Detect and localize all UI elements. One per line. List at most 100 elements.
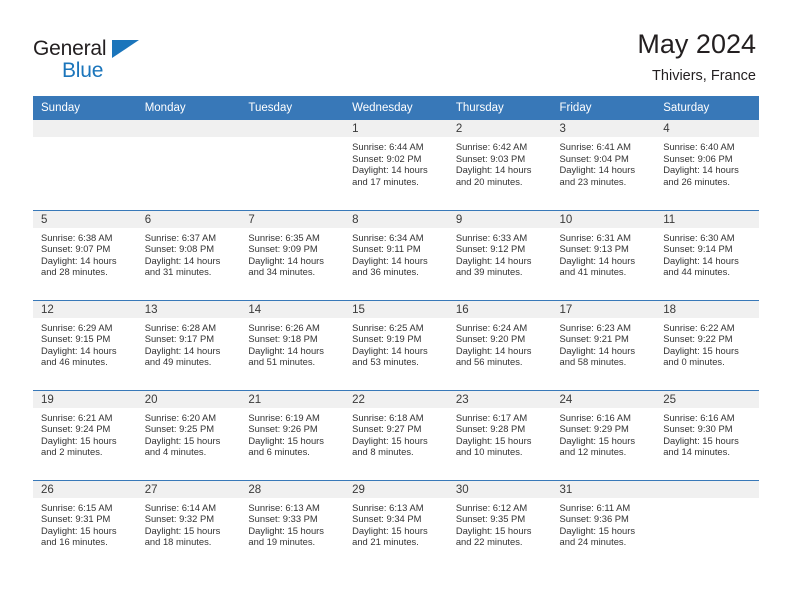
sunset-text: Sunset: 9:22 PM bbox=[663, 333, 733, 345]
calendar-day-cell[interactable]: 30 Sunrise: 6:12 AM Sunset: 9:35 PM Dayligh… bbox=[447, 479, 552, 570]
calendar-day-cell[interactable]: 4 Sunrise: 6:40 AM Sunset: 9:06 PM Daylight… bbox=[655, 120, 759, 210]
calendar-day-cell[interactable]: 8 Sunrise: 6:34 AM Sunset: 9:11 PM Daylight… bbox=[344, 209, 448, 300]
calendar-day-cell[interactable]: 20 Sunrise: 6:20 AM Sunset: 9:25 PM Dayligh… bbox=[136, 389, 241, 480]
sunrise-text: Sunrise: 6:23 AM bbox=[559, 321, 631, 333]
calendar-day-cell[interactable]: 10 Sunrise: 6:31 AM Sunset: 9:13 PM Dayligh… bbox=[551, 209, 656, 300]
calendar-day-cell[interactable]: 18 Sunrise: 6:22 AM Sunset: 9:22 PM Dayligh… bbox=[655, 299, 759, 390]
day-number: 3 bbox=[551, 120, 656, 137]
day-sun-info: Sunrise: 6:28 AM Sunset: 9:17 PM Daylight:… bbox=[137, 318, 241, 368]
sunrise-text: Sunrise: 6:14 AM bbox=[144, 501, 217, 513]
day-sun-info: Sunrise: 6:17 AM Sunset: 9:28 PM Daylight:… bbox=[448, 408, 552, 458]
sunrise-text: Sunrise: 6:21 AM bbox=[41, 411, 113, 423]
calendar-day-cell[interactable]: 5 Sunrise: 6:38 AM Sunset: 9:07 PM Daylight… bbox=[33, 209, 137, 300]
day-number: 13 bbox=[136, 300, 241, 318]
calendar-day-cell[interactable]: 24 Sunrise: 6:16 AM Sunset: 9:29 PM Dayligh… bbox=[551, 389, 656, 480]
calendar-day-cell[interactable]: 29 Sunrise: 6:13 AM Sunset: 9:34 PM Dayligh… bbox=[344, 479, 448, 570]
calendar-day-cell[interactable]: 3 Sunrise: 6:41 AM Sunset: 9:04 PM Daylight… bbox=[551, 120, 656, 210]
calendar-day-cell[interactable]: 23 Sunrise: 6:17 AM Sunset: 9:28 PM Dayligh… bbox=[447, 389, 552, 480]
sunrise-text: Sunrise: 6:20 AM bbox=[144, 411, 217, 423]
calendar-page: General Blue May 2024 Thiviers, France S… bbox=[0, 0, 792, 612]
calendar-day-cell[interactable]: 13 Sunrise: 6:28 AM Sunset: 9:17 PM Dayligh… bbox=[136, 299, 241, 390]
sunset-text: Sunset: 9:11 PM bbox=[352, 243, 421, 255]
calendar-day-cell[interactable]: 21 Sunrise: 6:19 AM Sunset: 9:26 PM Dayligh… bbox=[240, 389, 345, 480]
day-sun-info: Sunrise: 6:42 AM Sunset: 9:03 PM Daylight:… bbox=[448, 137, 552, 187]
weekday-header-friday: Friday bbox=[551, 96, 656, 120]
daylight-text: Daylight: 14 hours and 53 minutes. bbox=[352, 344, 428, 368]
daylight-text: Daylight: 15 hours and 24 minutes. bbox=[559, 524, 636, 548]
day-sun-info: Sunrise: 6:23 AM Sunset: 9:21 PM Daylight:… bbox=[552, 318, 656, 368]
sunset-text: Sunset: 9:28 PM bbox=[455, 423, 526, 435]
day-number: 17 bbox=[551, 300, 656, 318]
calendar-day-cell[interactable]: 17 Sunrise: 6:23 AM Sunset: 9:21 PM Dayligh… bbox=[551, 299, 656, 390]
sunset-text: Sunset: 9:09 PM bbox=[248, 243, 318, 255]
sunrise-text: Sunrise: 6:12 AM bbox=[455, 501, 528, 513]
calendar-day-cell[interactable]: 2 Sunrise: 6:42 AM Sunset: 9:03 PM Daylight… bbox=[447, 120, 552, 210]
day-sun-info: Sunrise: 6:12 AM Sunset: 9:35 PM Daylight:… bbox=[448, 498, 552, 548]
day-sun-info: Sunrise: 6:19 AM Sunset: 9:26 PM Daylight:… bbox=[240, 408, 344, 458]
day-number: 18 bbox=[655, 300, 759, 318]
calendar-day-cell[interactable]: 27 Sunrise: 6:14 AM Sunset: 9:32 PM Dayligh… bbox=[136, 479, 241, 570]
day-sun-info: Sunrise: 6:24 AM Sunset: 9:20 PM Daylight:… bbox=[448, 318, 552, 368]
sunrise-text: Sunrise: 6:17 AM bbox=[455, 411, 528, 423]
brand-logo: General Blue bbox=[33, 26, 165, 81]
calendar-day-cell[interactable]: 12 Sunrise: 6:29 AM Sunset: 9:15 PM Dayligh… bbox=[33, 299, 137, 390]
sunrise-text: Sunrise: 6:40 AM bbox=[663, 141, 735, 152]
day-sun-info: Sunrise: 6:22 AM Sunset: 9:22 PM Daylight:… bbox=[655, 318, 759, 368]
daylight-text: Daylight: 14 hours and 46 minutes. bbox=[41, 344, 117, 368]
day-sun-info: Sunrise: 6:15 AM Sunset: 9:31 PM Daylight:… bbox=[33, 498, 137, 548]
sunrise-text: Sunrise: 6:37 AM bbox=[144, 231, 217, 243]
day-number: 7 bbox=[240, 210, 345, 228]
calendar-day-cell[interactable]: 1 Sunrise: 6:44 AM Sunset: 9:02 PM Daylight… bbox=[344, 120, 448, 210]
calendar-day-cell[interactable]: 7 Sunrise: 6:35 AM Sunset: 9:09 PM Daylight… bbox=[240, 209, 345, 300]
day-number: 29 bbox=[344, 480, 448, 498]
sunset-text: Sunset: 9:33 PM bbox=[248, 513, 318, 525]
calendar-table: Sunday Monday Tuesday Wednesday Thursday… bbox=[33, 96, 759, 570]
sunset-text: Sunset: 9:21 PM bbox=[559, 333, 629, 345]
sunrise-text: Sunrise: 6:22 AM bbox=[663, 321, 735, 333]
sunset-text: Sunset: 9:30 PM bbox=[663, 423, 733, 435]
calendar-day-cell[interactable]: 22 Sunrise: 6:18 AM Sunset: 9:27 PM Dayligh… bbox=[344, 389, 448, 480]
daylight-text: Daylight: 15 hours and 4 minutes. bbox=[144, 434, 221, 458]
calendar-week-row: 12 Sunrise: 6:29 AM Sunset: 9:15 PM Dayligh… bbox=[33, 299, 759, 390]
daylight-text: Daylight: 14 hours and 23 minutes. bbox=[559, 164, 636, 187]
sunset-text: Sunset: 9:08 PM bbox=[144, 243, 215, 255]
sunset-text: Sunset: 9:04 PM bbox=[559, 152, 629, 164]
calendar-day-cell[interactable]: 19 Sunrise: 6:21 AM Sunset: 9:24 PM Dayligh… bbox=[33, 389, 137, 480]
sunrise-text: Sunrise: 6:33 AM bbox=[455, 231, 528, 243]
day-number bbox=[33, 120, 137, 137]
calendar-day-cell[interactable]: 6 Sunrise: 6:37 AM Sunset: 9:08 PM Daylight… bbox=[136, 209, 241, 300]
calendar-day-cell[interactable]: 26 Sunrise: 6:15 AM Sunset: 9:31 PM Dayligh… bbox=[33, 479, 137, 570]
day-number: 12 bbox=[33, 300, 137, 318]
daylight-text: Daylight: 14 hours and 17 minutes. bbox=[352, 164, 428, 187]
sunrise-text: Sunrise: 6:35 AM bbox=[248, 231, 320, 243]
sunrise-text: Sunrise: 6:24 AM bbox=[455, 321, 528, 333]
daylight-text: Daylight: 14 hours and 36 minutes. bbox=[352, 254, 428, 278]
calendar-day-cell[interactable]: 11 Sunrise: 6:30 AM Sunset: 9:14 PM Dayligh… bbox=[655, 209, 759, 300]
sunrise-text: Sunrise: 6:31 AM bbox=[559, 231, 631, 243]
day-number: 25 bbox=[655, 390, 759, 408]
day-number: 8 bbox=[344, 210, 448, 228]
location-subtitle: Thiviers, France bbox=[652, 68, 756, 84]
weekday-header-row: Sunday Monday Tuesday Wednesday Thursday… bbox=[33, 96, 759, 120]
calendar-day-cell[interactable]: 9 Sunrise: 6:33 AM Sunset: 9:12 PM Daylight… bbox=[447, 209, 552, 300]
sunrise-text: Sunrise: 6:26 AM bbox=[248, 321, 320, 333]
calendar-day-cell[interactable]: 25 Sunrise: 6:16 AM Sunset: 9:30 PM Dayligh… bbox=[655, 389, 759, 480]
day-sun-info: Sunrise: 6:16 AM Sunset: 9:30 PM Daylight:… bbox=[655, 408, 759, 458]
page-title: May 2024 bbox=[637, 29, 756, 59]
weekday-header-wednesday: Wednesday bbox=[344, 96, 448, 120]
sunrise-text: Sunrise: 6:30 AM bbox=[663, 231, 735, 243]
day-sun-info: Sunrise: 6:26 AM Sunset: 9:18 PM Daylight:… bbox=[240, 318, 344, 368]
calendar-day-cell[interactable]: 15 Sunrise: 6:25 AM Sunset: 9:19 PM Dayligh… bbox=[344, 299, 448, 390]
day-sun-info: Sunrise: 6:25 AM Sunset: 9:19 PM Daylight:… bbox=[344, 318, 448, 368]
day-sun-info: Sunrise: 6:41 AM Sunset: 9:04 PM Daylight:… bbox=[552, 137, 656, 187]
page-header: General Blue May 2024 Thiviers, France bbox=[0, 0, 792, 96]
day-sun-info: Sunrise: 6:29 AM Sunset: 9:15 PM Daylight:… bbox=[33, 318, 137, 368]
day-number: 2 bbox=[447, 120, 552, 137]
daylight-text: Daylight: 14 hours and 39 minutes. bbox=[455, 254, 532, 278]
calendar-day-cell[interactable]: 31 Sunrise: 6:11 AM Sunset: 9:36 PM Dayligh… bbox=[551, 479, 656, 570]
calendar-day-cell[interactable]: 16 Sunrise: 6:24 AM Sunset: 9:20 PM Dayligh… bbox=[447, 299, 552, 390]
sunset-text: Sunset: 9:24 PM bbox=[41, 423, 111, 435]
daylight-text: Daylight: 15 hours and 10 minutes. bbox=[455, 434, 532, 458]
calendar-day-cell[interactable]: 14 Sunrise: 6:26 AM Sunset: 9:18 PM Dayligh… bbox=[240, 299, 345, 390]
calendar-day-cell[interactable]: 28 Sunrise: 6:13 AM Sunset: 9:33 PM Dayligh… bbox=[240, 479, 345, 570]
